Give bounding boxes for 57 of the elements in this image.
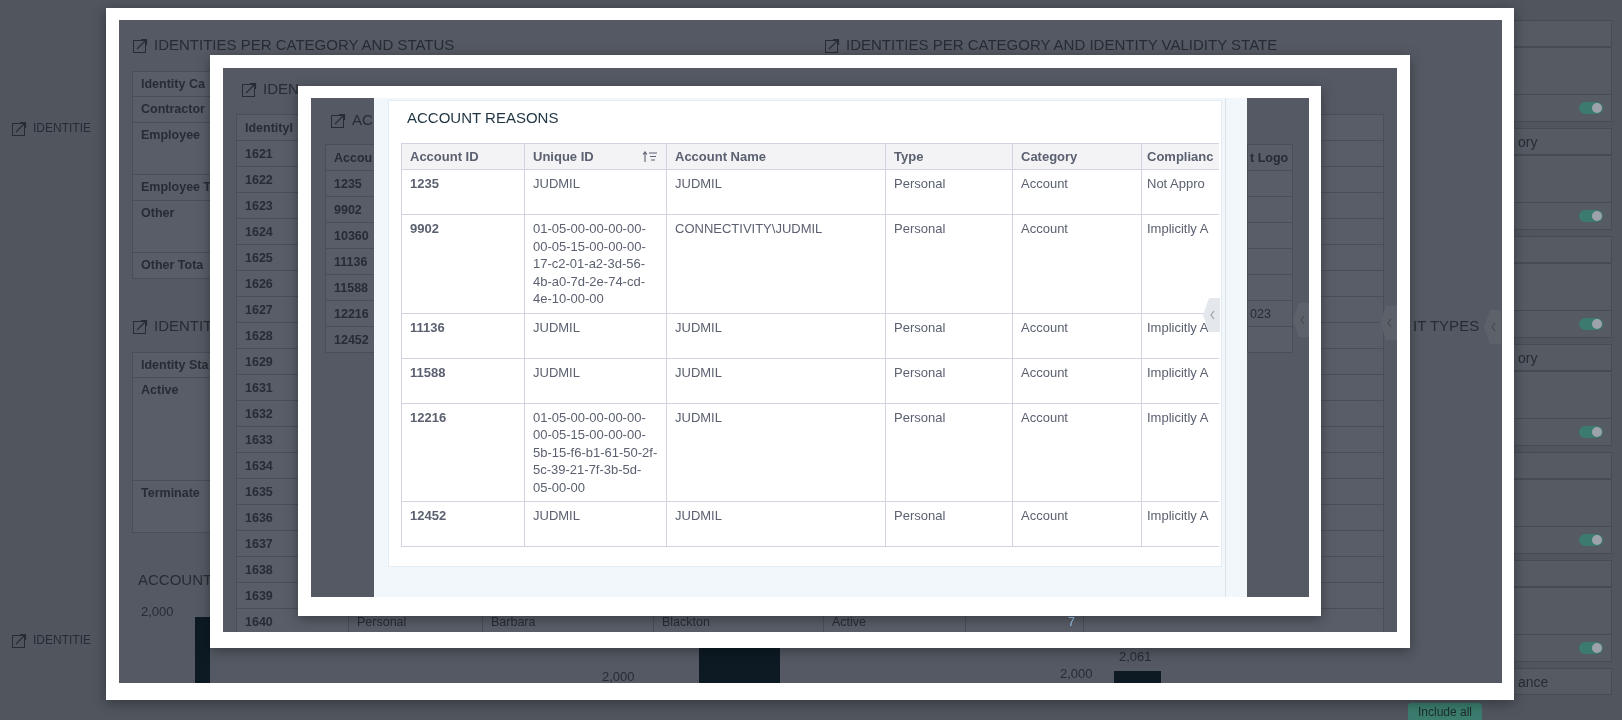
table-cell: 12216 — [401, 403, 525, 502]
table-cell: Account — [1012, 169, 1142, 215]
toggle-switch[interactable] — [1579, 318, 1603, 330]
collapse-handle[interactable] — [1293, 303, 1309, 337]
chart-bar — [1114, 671, 1161, 683]
column-header[interactable]: Unique ID — [524, 143, 667, 170]
include-all-button[interactable]: Include all — [1408, 703, 1483, 720]
external-link-icon — [242, 81, 257, 97]
table-cell: Personal — [885, 169, 1013, 215]
table-cell: CONNECTIVITY\JUDMIL — [666, 214, 886, 313]
external-link-icon — [133, 318, 148, 334]
sort-icon[interactable] — [642, 150, 658, 163]
column-header[interactable]: Category — [1012, 143, 1142, 170]
table-cell: 01-05-00-00-00-00-00-05-15-00-00-00-5b-15-f6-b1-61-50-2f-5c-39-21-7f-3b-5d-05-00-00 — [524, 403, 667, 502]
table-cell: 12452 — [401, 501, 525, 547]
table-cell: 11136 — [401, 313, 525, 358]
table-cell: Personal — [885, 214, 1013, 313]
table-cell: Account — [1012, 358, 1142, 403]
card-title: ACCOUNT REASONS — [407, 109, 560, 127]
table-cell: Personal — [885, 403, 1013, 502]
table-cell: JUDMIL — [666, 501, 886, 547]
table-cell: Personal — [885, 313, 1013, 358]
table-cell: 11588 — [401, 358, 525, 403]
table-cell: 9902 — [401, 214, 525, 313]
external-link-icon — [12, 632, 27, 648]
table-cell: Account — [1012, 313, 1142, 358]
chart-bar — [194, 617, 210, 683]
table-cell: JUDMIL — [666, 403, 886, 502]
external-link-icon — [133, 37, 148, 53]
external-link-icon — [331, 112, 346, 128]
table-cell: 01-05-00-00-00-00-00-05-15-00-00-00-17-c2-01-a2-3d-56-4b-a0-7d-2e-74-cd-4e-10-00-00 — [524, 214, 667, 313]
table-cell: JUDMIL — [666, 358, 886, 403]
table-cell: JUDMIL — [524, 501, 667, 547]
table-cell: Account — [1012, 214, 1142, 313]
table-cell: JUDMIL — [524, 358, 667, 403]
table-cell: JUDMIL — [524, 313, 667, 358]
column-header[interactable]: Account Name — [666, 143, 886, 170]
external-link-icon — [825, 37, 840, 53]
toggle-switch[interactable] — [1579, 210, 1603, 222]
table-cell: Personal — [885, 501, 1013, 547]
column-header[interactable]: Complianc — [1141, 143, 1219, 170]
column-header[interactable]: Type — [885, 143, 1013, 170]
toggle-switch[interactable] — [1579, 642, 1603, 654]
table-cell: Personal — [885, 358, 1013, 403]
table-cell: Account — [1012, 501, 1142, 547]
table-cell: JUDMIL — [524, 169, 667, 215]
table-cell: JUDMIL — [666, 169, 886, 215]
toggle-switch[interactable] — [1579, 534, 1603, 546]
collapse-handle[interactable] — [1380, 306, 1397, 340]
table-cell: Account — [1012, 403, 1142, 502]
collapse-handle[interactable] — [1484, 310, 1501, 344]
column-header[interactable]: Account ID — [401, 143, 525, 170]
toggle-switch[interactable] — [1579, 102, 1603, 114]
table-cell: JUDMIL — [666, 313, 886, 358]
toggle-switch[interactable] — [1579, 426, 1603, 438]
external-link-icon — [12, 120, 27, 136]
table-cell: 1235 — [401, 169, 525, 215]
